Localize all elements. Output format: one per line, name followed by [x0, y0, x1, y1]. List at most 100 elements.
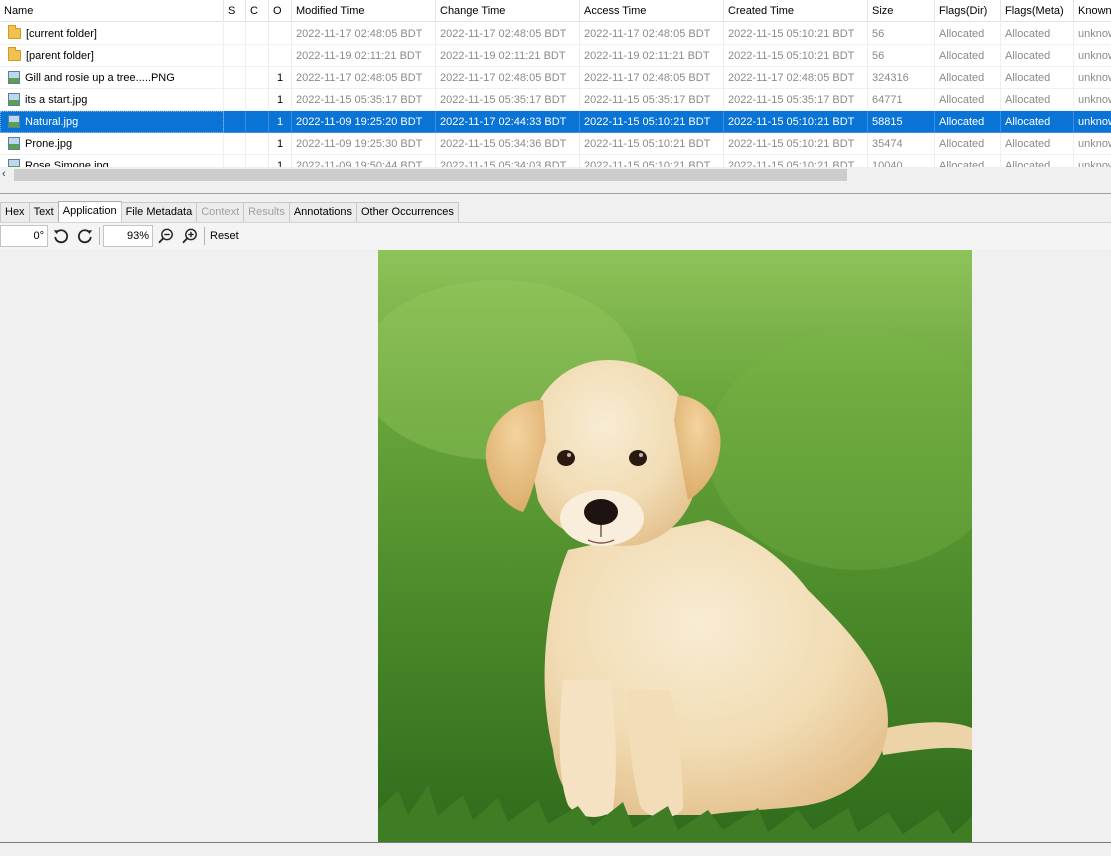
image-file-icon: [8, 137, 20, 150]
zoom-in-button[interactable]: [179, 225, 201, 247]
cell-created-time: 2022-11-15 05:10:21 BDT: [724, 133, 868, 155]
cell-s: [224, 23, 246, 45]
status-bar: [0, 843, 1111, 856]
cell-created-time: 2022-11-15 05:10:21 BDT: [724, 23, 868, 45]
panel-splitter[interactable]: [0, 193, 1111, 194]
cell-c: [246, 23, 269, 45]
cell-o: 1: [269, 133, 292, 155]
tab-annotations[interactable]: Annotations: [288, 202, 357, 222]
scroll-left-arrow-icon[interactable]: ‹: [2, 168, 6, 180]
column-header-size[interactable]: Size: [868, 0, 935, 22]
horizontal-scrollbar[interactable]: ‹: [0, 167, 1111, 183]
cell-flags-meta: Allocated: [1001, 23, 1074, 45]
rotate-left-button[interactable]: [50, 225, 72, 247]
file-name: its a start.jpg: [25, 93, 88, 106]
cell-size: 324316: [868, 67, 935, 89]
cell-flags-meta: Allocated: [1001, 67, 1074, 89]
cell-modified-time: 2022-11-09 19:50:44 BDT: [292, 155, 436, 167]
cell-access-time: 2022-11-19 02:11:21 BDT: [580, 45, 724, 67]
cell-c: [246, 155, 269, 167]
cell-c: [246, 67, 269, 89]
table-row[interactable]: Rose Simone.jpg 1 2022-11-09 19:50:44 BDT 2…: [0, 155, 1111, 167]
file-name: [parent folder]: [26, 49, 94, 62]
column-header-modified-time[interactable]: Modified Time: [292, 0, 436, 22]
zoom-in-icon: [182, 228, 197, 244]
cell-flags-dir: Allocated: [935, 45, 1001, 67]
image-viewer-toolbar: 0° 93% Reset: [0, 222, 1111, 249]
column-header-known[interactable]: Known: [1074, 0, 1111, 22]
cell-name[interactable]: [current folder]: [0, 23, 224, 45]
file-name: Gill and rosie up a tree.....PNG: [25, 71, 175, 84]
cell-modified-time: 2022-11-17 02:48:05 BDT: [292, 67, 436, 89]
table-row[interactable]: Natural.jpg 1 2022-11-09 19:25:20 BDT 2022-…: [0, 111, 1111, 133]
column-header-s[interactable]: S: [224, 0, 246, 22]
cell-name[interactable]: [parent folder]: [0, 45, 224, 67]
tab-text[interactable]: Text: [28, 202, 59, 222]
cell-known: unknown: [1074, 89, 1111, 111]
table-row[interactable]: [parent folder] 2022-11-19 02:11:21 BDT 20…: [0, 45, 1111, 67]
cell-access-time: 2022-11-15 05:10:21 BDT: [580, 111, 724, 133]
file-name: Rose Simone.jpg: [25, 159, 109, 168]
cell-flags-dir: Allocated: [935, 89, 1001, 111]
scrollbar-thumb[interactable]: [14, 169, 847, 181]
file-name: Natural.jpg: [25, 115, 79, 128]
tab-file-metadata[interactable]: File Metadata: [120, 202, 198, 222]
cell-modified-time: 2022-11-17 02:48:05 BDT: [292, 23, 436, 45]
cell-o: [269, 23, 292, 45]
file-table: Name S C O Modified Time Change Time Acc…: [0, 0, 1111, 167]
cell-modified-time: 2022-11-09 19:25:30 BDT: [292, 133, 436, 155]
column-header-created-time[interactable]: Created Time: [724, 0, 868, 22]
column-header-c[interactable]: C: [246, 0, 269, 22]
rotate-right-button[interactable]: [74, 225, 96, 247]
tab-hex[interactable]: Hex: [0, 202, 30, 222]
file-name: [current folder]: [26, 27, 97, 40]
folder-icon: [8, 47, 21, 61]
cell-known: unknown: [1074, 23, 1111, 45]
zoom-out-button[interactable]: [155, 225, 177, 247]
column-header-access-time[interactable]: Access Time: [580, 0, 724, 22]
zoom-level-field[interactable]: 93%: [103, 225, 153, 247]
tab-other-occurrences[interactable]: Other Occurrences: [355, 202, 459, 222]
cell-s: [224, 45, 246, 67]
table-row[interactable]: its a start.jpg 1 2022-11-15 05:35:17 BDT 2…: [0, 89, 1111, 111]
reset-button[interactable]: Reset: [210, 230, 239, 242]
table-row[interactable]: Gill and rosie up a tree.....PNG 1 2022-11…: [0, 67, 1111, 89]
cell-name[interactable]: Natural.jpg: [0, 111, 224, 133]
folder-icon: [8, 25, 21, 39]
cell-size: 35474: [868, 133, 935, 155]
table-row[interactable]: Prone.jpg 1 2022-11-09 19:25:30 BDT 2022-11…: [0, 133, 1111, 155]
column-header-o[interactable]: O: [269, 0, 292, 22]
cell-size: 56: [868, 45, 935, 67]
cell-access-time: 2022-11-15 05:35:17 BDT: [580, 89, 724, 111]
cell-flags-meta: Allocated: [1001, 45, 1074, 67]
cell-name[interactable]: Gill and rosie up a tree.....PNG: [0, 67, 224, 89]
cell-name[interactable]: Rose Simone.jpg: [0, 155, 224, 167]
cell-flags-meta: Allocated: [1001, 155, 1074, 167]
table-row[interactable]: [current folder] 2022-11-17 02:48:05 BDT 2…: [0, 23, 1111, 45]
cell-o: [269, 45, 292, 67]
column-header-flags-meta[interactable]: Flags(Meta): [1001, 0, 1074, 22]
cell-o: 1: [269, 67, 292, 89]
cell-size: 58815: [868, 111, 935, 133]
rotate-left-icon: [53, 229, 69, 244]
cell-flags-meta: Allocated: [1001, 89, 1074, 111]
image-file-icon: [8, 71, 20, 84]
cell-access-time: 2022-11-15 05:10:21 BDT: [580, 133, 724, 155]
column-header-flags-dir[interactable]: Flags(Dir): [935, 0, 1001, 22]
cell-flags-meta: Allocated: [1001, 133, 1074, 155]
cell-change-time: 2022-11-15 05:34:03 BDT: [436, 155, 580, 167]
image-file-icon: [8, 115, 20, 128]
cell-name[interactable]: its a start.jpg: [0, 89, 224, 111]
cell-name[interactable]: Prone.jpg: [0, 133, 224, 155]
column-header-name[interactable]: Name: [0, 0, 224, 22]
rotation-field[interactable]: 0°: [0, 225, 48, 247]
cell-created-time: 2022-11-15 05:10:21 BDT: [724, 111, 868, 133]
cell-o: 1: [269, 111, 292, 133]
zoom-out-icon: [158, 228, 173, 244]
cell-known: unknown: [1074, 45, 1111, 67]
cell-known: unknown: [1074, 111, 1111, 133]
file-name: Prone.jpg: [25, 137, 73, 150]
column-header-change-time[interactable]: Change Time: [436, 0, 580, 22]
tab-application[interactable]: Application: [57, 201, 122, 222]
cell-access-time: 2022-11-17 02:48:05 BDT: [580, 67, 724, 89]
